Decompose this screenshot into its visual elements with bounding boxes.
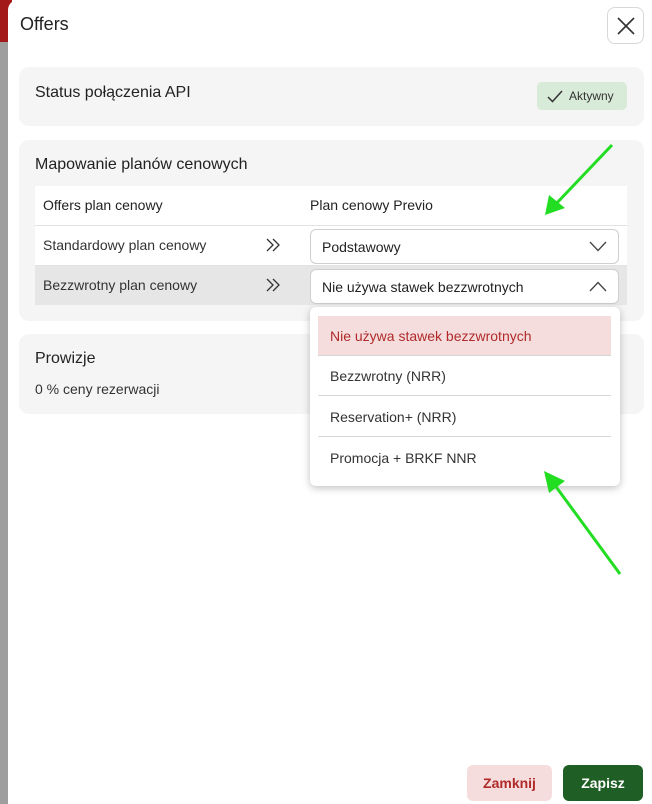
commission-heading: Prowizje	[35, 350, 96, 367]
previo-plan-selected-value: Podstawowy	[322, 239, 401, 255]
previo-plan-selected-value: Nie używa stawek bezzwrotnych	[322, 279, 524, 295]
column-header-previo-plan: Plan cenowy Previo	[310, 197, 433, 213]
api-status-card: Status połączenia API Aktywny	[19, 67, 644, 126]
annotation-arrow-icon	[544, 471, 622, 575]
double-chevron-right-icon	[266, 278, 280, 292]
close-button[interactable]	[607, 7, 644, 44]
mapping-table-header: Offers plan cenowy Plan cenowy Previo	[35, 186, 627, 225]
status-badge: Aktywny	[537, 82, 627, 110]
dropdown-option[interactable]: Reservation+ (NRR)	[318, 397, 611, 437]
close-icon	[617, 17, 635, 35]
mapping-heading: Mapowanie planów cenowych	[35, 156, 248, 173]
table-row: Bezzwrotny plan cenowy Nie używa stawek …	[35, 265, 627, 305]
annotation-arrow-icon	[545, 143, 614, 215]
commission-value: 0 % ceny rezerwacji	[35, 381, 160, 397]
dropdown-option[interactable]: Nie używa stawek bezzwrotnych	[318, 316, 611, 356]
chevron-up-icon	[589, 281, 607, 292]
dropdown-option[interactable]: Bezzwrotny (NRR)	[318, 356, 611, 396]
api-status-heading: Status połączenia API	[35, 84, 191, 101]
save-button[interactable]: Zapisz	[563, 765, 643, 801]
modal-title: Offers	[20, 14, 69, 34]
status-badge-label: Aktywny	[569, 89, 614, 103]
column-header-offers-plan: Offers plan cenowy	[43, 197, 163, 213]
offers-plan-name: Standardowy plan cenowy	[43, 237, 207, 253]
previo-plan-dropdown-menu: Nie używa stawek bezzwrotnych Bezzwrotny…	[310, 307, 620, 486]
mapping-table: Offers plan cenowy Plan cenowy Previo St…	[35, 186, 627, 305]
previo-plan-select[interactable]: Podstawowy	[310, 229, 619, 264]
previo-plan-select[interactable]: Nie używa stawek bezzwrotnych	[310, 269, 619, 304]
table-row: Standardowy plan cenowy Podstawowy	[35, 225, 627, 265]
chevron-down-icon	[589, 241, 607, 252]
offers-plan-name: Bezzwrotny plan cenowy	[43, 277, 198, 293]
close-modal-button[interactable]: Zamknij	[467, 765, 552, 801]
double-chevron-right-icon	[266, 238, 280, 252]
check-icon	[547, 90, 563, 103]
